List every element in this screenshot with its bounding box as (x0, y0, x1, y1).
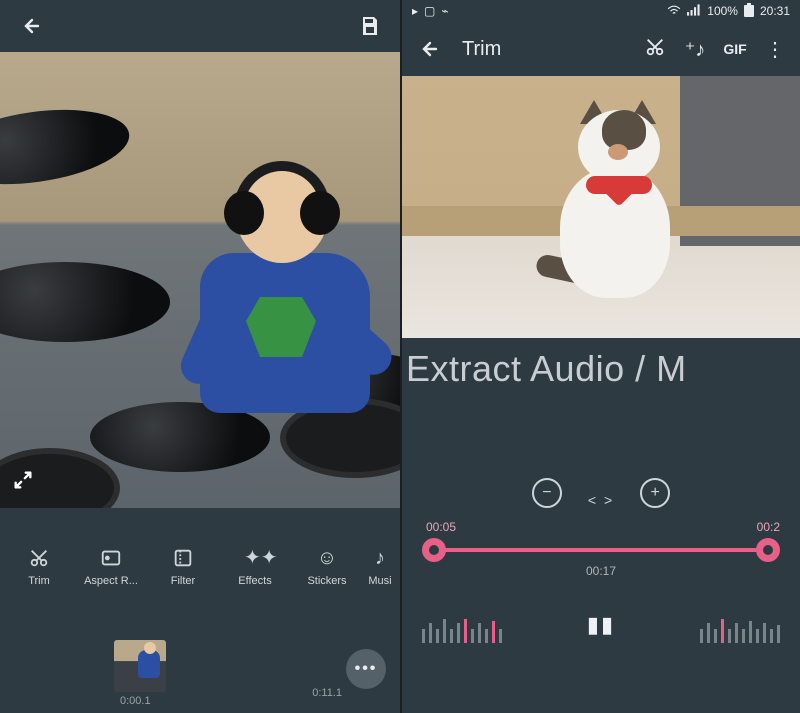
scrub-ticks-left[interactable] (422, 607, 502, 643)
status-time: 20:31 (760, 4, 790, 18)
tool-aspect-ratio[interactable]: Aspect R... (76, 547, 146, 587)
zoom-controls: − < > + (402, 400, 800, 520)
clip-start-time: 0:00.1 (120, 695, 151, 707)
wifi-icon (667, 4, 681, 19)
gif-button[interactable]: GIF (722, 41, 748, 57)
tool-trim[interactable]: Trim (4, 547, 74, 587)
tool-label: Stickers (307, 575, 346, 587)
preview-graphic (200, 167, 370, 437)
music-icon: ♪ (369, 547, 391, 569)
status-bar: ▸ ▢ ⌁ 100% 20:31 (402, 0, 800, 22)
caption-text: Extract Audio / M (402, 338, 800, 400)
preview-graphic (542, 110, 692, 310)
zoom-out-button[interactable]: − (532, 478, 562, 508)
smiley-icon: ☺ (316, 547, 338, 569)
preview-graphic (0, 262, 170, 342)
sparkle-icon: ✦✦ (244, 547, 266, 569)
fullscreen-icon[interactable] (12, 469, 34, 496)
add-music-button[interactable]: ⁺♪ (682, 37, 708, 62)
tool-bar: Trim Aspect R... Filter ✦✦ Effects ☺ Sti… (0, 508, 400, 618)
right-header: Trim ⁺♪ GIF ⋮ (402, 22, 800, 76)
trim-start-label: 00:05 (426, 520, 456, 534)
trim-handle-end[interactable] (756, 538, 780, 562)
tool-label: Filter (171, 575, 195, 587)
clip-strip: 0:00.1 0:11.1 ••• (0, 618, 400, 713)
back-button[interactable] (16, 12, 44, 40)
tool-label: Aspect R... (84, 575, 138, 587)
cut-button[interactable] (642, 36, 668, 63)
battery-icon (744, 3, 754, 20)
pause-button[interactable]: ▮▮ (587, 612, 615, 638)
clip-end-time: 0:11.1 (312, 687, 342, 699)
slider-fill (434, 548, 768, 552)
zoom-reset-button[interactable]: < > (588, 492, 614, 508)
save-button[interactable] (356, 12, 384, 40)
tool-stickers[interactable]: ☺ Stickers (292, 547, 362, 587)
editor-pane-left: Trim Aspect R... Filter ✦✦ Effects ☺ Sti… (0, 0, 400, 713)
trim-duration-label: 00:17 (586, 564, 616, 578)
scrub-bar: ▮▮ (402, 580, 800, 670)
tool-label: Musi (368, 575, 391, 587)
battery-percent: 100% (707, 4, 738, 18)
trim-handle-start[interactable] (422, 538, 446, 562)
preview-graphic (0, 99, 134, 195)
tool-music[interactable]: ♪ Musi (364, 547, 396, 587)
page-title: Trim (456, 38, 628, 61)
app-root: Trim Aspect R... Filter ✦✦ Effects ☺ Sti… (0, 0, 800, 713)
tool-label: Effects (238, 575, 271, 587)
more-button[interactable]: ••• (346, 649, 386, 689)
back-button[interactable] (414, 35, 442, 63)
tool-effects[interactable]: ✦✦ Effects (220, 547, 290, 587)
status-app-icon: ▸ (412, 4, 418, 18)
status-app-icon: ▢ (424, 4, 435, 18)
trim-end-label: 00:2 (757, 520, 780, 534)
signal-icon (687, 4, 701, 19)
editor-pane-right: ▸ ▢ ⌁ 100% 20:31 Tri (400, 0, 800, 713)
clip-thumbnail[interactable] (114, 640, 166, 692)
video-preview[interactable] (0, 52, 400, 508)
scrub-ticks-right[interactable] (700, 607, 780, 643)
trim-slider[interactable]: 00:05 00:2 00:17 (402, 520, 800, 580)
overflow-menu-button[interactable]: ⋮ (762, 37, 788, 62)
tool-label: Trim (28, 575, 50, 587)
status-app-icon: ⌁ (441, 4, 448, 18)
left-top-bar (0, 0, 400, 52)
tool-filter[interactable]: Filter (148, 547, 218, 587)
zoom-in-button[interactable]: + (640, 478, 670, 508)
video-preview[interactable] (402, 76, 800, 338)
